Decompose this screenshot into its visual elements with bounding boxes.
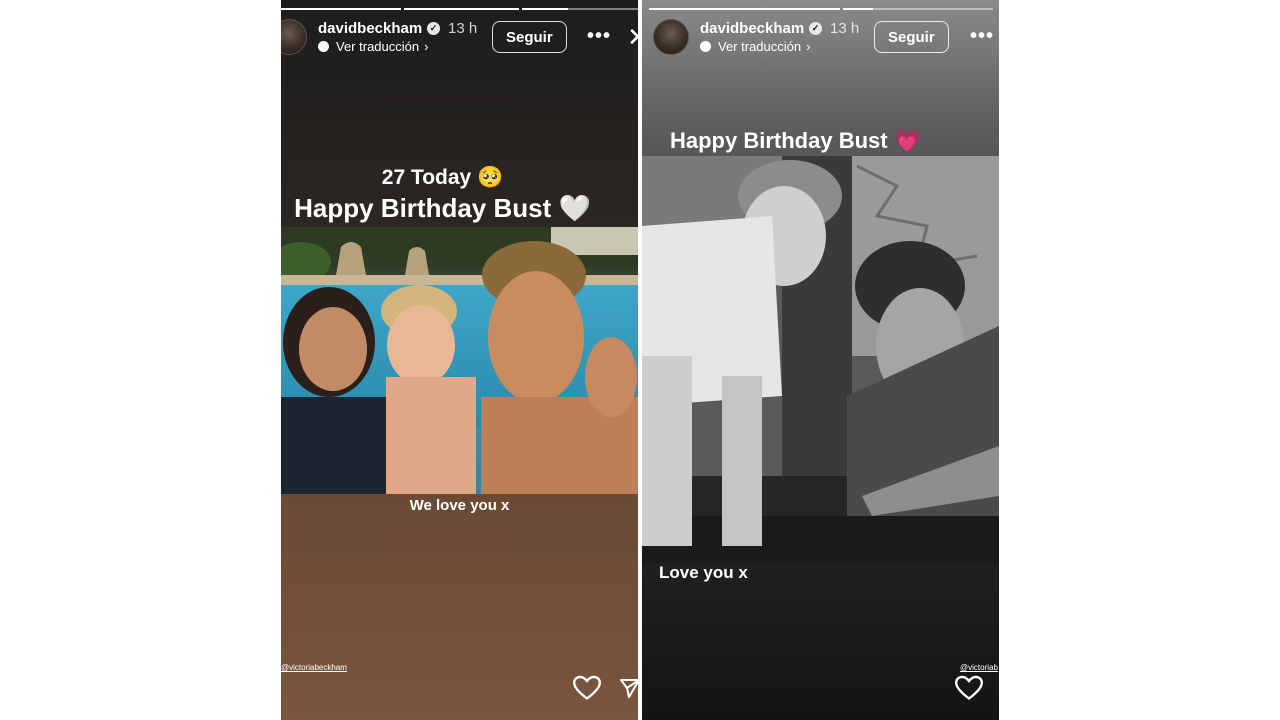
more-options-icon[interactable]: ••• bbox=[587, 25, 611, 48]
username[interactable]: davidbeckham bbox=[700, 20, 804, 37]
caption-title: Happy Birthday Bust 🤍 bbox=[294, 193, 591, 223]
close-icon[interactable]: ✕ bbox=[627, 22, 638, 53]
speech-bubble-icon bbox=[318, 41, 329, 52]
progress-segment bbox=[281, 8, 401, 10]
username[interactable]: davidbeckham bbox=[318, 20, 422, 37]
avatar[interactable] bbox=[653, 19, 689, 55]
progress-segment bbox=[404, 8, 519, 10]
verified-badge-icon: ✓ bbox=[427, 22, 440, 35]
mention-link[interactable]: @victoriabeckham bbox=[281, 663, 347, 672]
chevron-right-icon: › bbox=[424, 39, 429, 54]
send-icon[interactable] bbox=[619, 677, 638, 699]
caption-age: 27 Today 🥺 bbox=[381, 166, 504, 189]
caption-bottom: We love you x bbox=[409, 497, 510, 514]
more-options-icon[interactable]: ••• bbox=[970, 25, 994, 48]
progress-segment bbox=[649, 8, 840, 10]
translate-label: Ver traducción bbox=[336, 39, 420, 54]
follow-button[interactable]: Seguir bbox=[492, 21, 567, 53]
heart-icon[interactable] bbox=[955, 675, 983, 701]
verified-badge-icon: ✓ bbox=[809, 22, 822, 35]
speech-bubble-icon bbox=[700, 41, 711, 52]
story-photo-pool bbox=[281, 227, 638, 494]
caption-bottom: Love you x bbox=[659, 563, 748, 582]
story-panel-right[interactable]: davidbeckham ✓ 13 h Ver traducción › Segu… bbox=[642, 0, 999, 720]
chevron-right-icon: › bbox=[806, 39, 811, 54]
translate-link[interactable]: Ver traducción › bbox=[700, 39, 810, 54]
post-time: 13 h bbox=[448, 20, 478, 37]
mention-link[interactable]: @victoriab bbox=[960, 663, 998, 672]
post-time: 13 h bbox=[830, 20, 860, 37]
progress-segment-current bbox=[522, 8, 638, 10]
avatar[interactable] bbox=[281, 19, 307, 55]
story-photo-bw bbox=[642, 156, 999, 563]
heart-icon[interactable] bbox=[573, 675, 601, 701]
follow-button[interactable]: Seguir bbox=[874, 21, 949, 53]
caption-title: Happy Birthday Bust 💗 bbox=[670, 128, 922, 153]
story-panel-left[interactable]: davidbeckham ✓ 13 h Ver traducción › Segu… bbox=[281, 0, 638, 720]
translate-label: Ver traducción bbox=[718, 39, 802, 54]
progress-segment-current bbox=[843, 8, 993, 10]
translate-link[interactable]: Ver traducción › bbox=[318, 39, 428, 54]
